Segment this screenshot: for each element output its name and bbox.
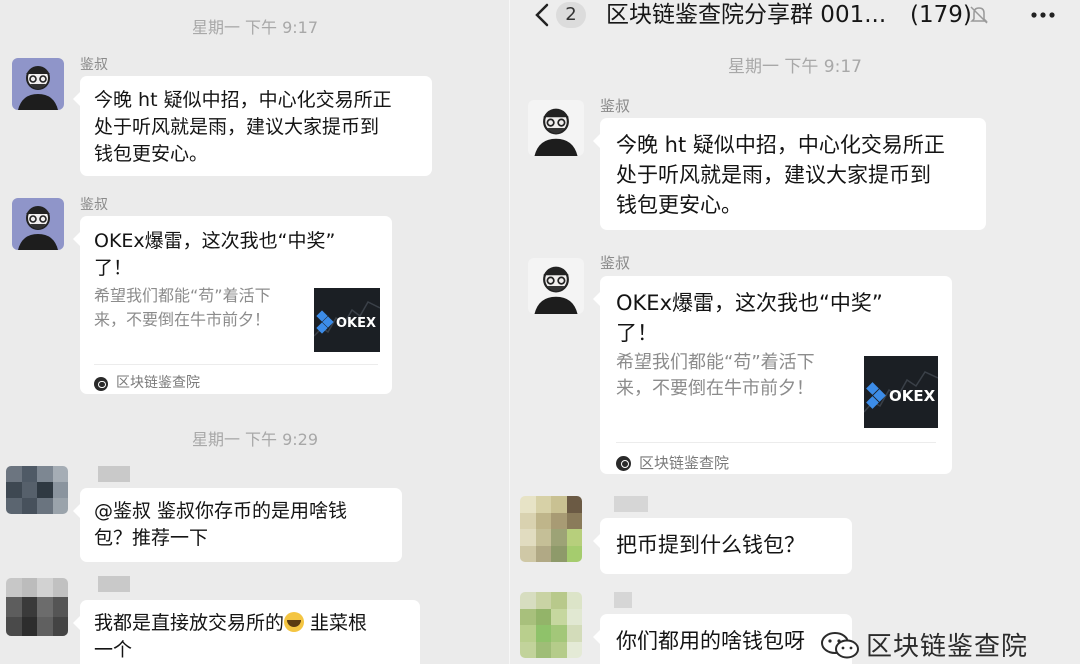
sender-name-blurred — [98, 466, 130, 482]
message-text: 今晚 ht 疑似中招，中心化交易所正 处于听风就是雨，建议大家提币到 钱包更安心… — [94, 89, 392, 165]
message-bubble[interactable]: 我都是直接放交易所的 韭菜根 一个 — [73, 600, 420, 664]
card-thumbnail: OKEX — [314, 288, 380, 352]
message-text: 我都是直接放交易所的 韭菜根 一个 — [94, 612, 368, 661]
sender-name: 鉴叔 — [600, 254, 631, 272]
timestamp: 星期一 下午 9:29 — [191, 430, 319, 449]
avatar-icon — [12, 198, 64, 250]
thumb-text: OKEX — [889, 387, 936, 405]
source-logo-icon — [94, 376, 108, 391]
message-bubble[interactable]: @鉴叔 鉴叔你存币的是用啥钱 包？推荐一下 — [73, 488, 402, 562]
card-source: 区块链鉴查院 — [616, 448, 729, 478]
card-title: OKEx爆雷，这次我也“中奖” 了！ — [94, 230, 336, 279]
watermark-text: 区块链鉴查院 — [866, 632, 1029, 662]
message-text: 你们都用的啥钱包呀 — [616, 629, 805, 653]
back-icon[interactable] — [530, 2, 556, 28]
chat-header: 2 区块链鉴查院分享群 001... (179) — [510, 0, 1080, 32]
watermark: 区块链鉴查院 — [820, 626, 1028, 663]
sender-name-blurred — [98, 576, 130, 592]
avatar-icon — [528, 258, 584, 314]
card-source: 区块链鉴查院 — [94, 370, 200, 397]
message-text: 把币提到什么钱包？ — [616, 533, 805, 557]
avatar[interactable] — [12, 198, 64, 250]
message-bubble[interactable]: 把币提到什么钱包？ — [593, 518, 852, 574]
source-logo-icon — [616, 455, 631, 471]
unread-badge: 2 — [556, 2, 586, 28]
source-name: 区块链鉴查院 — [116, 375, 200, 391]
wechat-logo-icon — [821, 631, 859, 658]
source-name: 区块链鉴查院 — [639, 454, 730, 472]
left-chat-panel: 星期一 下午 9:17 鉴叔 今晚 ht 疑似中招，中心化交易所正 处于听风就是… — [0, 0, 510, 664]
message-text: @鉴叔 鉴叔你存币的是用啥钱 包？推荐一下 — [94, 500, 348, 549]
divider — [616, 442, 936, 443]
avatar-icon — [528, 100, 584, 156]
avatar-blurred[interactable] — [6, 578, 68, 636]
right-chat-panel: 2 区块链鉴查院分享群 001... (179) 星期一 下午 9:17 鉴叔 … — [510, 0, 1080, 664]
article-card[interactable]: OKEx爆雷，这次我也“中奖” 了！ 希望我们都能“苟”着活下 来，不要倒在牛市… — [73, 216, 392, 397]
member-count: (179) — [910, 2, 972, 28]
timestamp: 星期一 下午 9:17 — [191, 18, 319, 37]
avatar-blurred[interactable] — [520, 592, 582, 658]
card-description: 希望我们都能“苟”着活下 来，不要倒在牛市前夕！ — [616, 352, 815, 399]
thumb-text: OKEX — [336, 316, 376, 331]
message-bubble[interactable]: 你们都用的啥钱包呀 — [593, 614, 852, 664]
card-title: OKEx爆雷，这次我也“中奖” 了！ — [616, 291, 883, 345]
avatar-icon — [12, 58, 64, 110]
message-bubble[interactable]: 今晚 ht 疑似中招，中心化交易所正 处于听风就是雨，建议大家提币到 钱包更安心… — [73, 76, 432, 176]
article-card[interactable]: OKEx爆雷，这次我也“中奖” 了！ 希望我们都能“苟”着活下 来，不要倒在牛市… — [593, 276, 952, 474]
chat-title: 区块链鉴查院分享群 001... — [606, 2, 887, 28]
message-bubble[interactable]: 今晚 ht 疑似中招，中心化交易所正 处于听风就是雨，建议大家提币到 钱包更安心… — [593, 118, 986, 230]
okex-logo-icon: OKEX — [864, 356, 938, 428]
card-thumbnail: OKEX — [864, 356, 938, 428]
laughing-crying-emoji-icon — [284, 612, 305, 632]
okex-logo-icon: OKEX — [314, 288, 380, 352]
avatar[interactable] — [528, 258, 584, 314]
avatar-blurred[interactable] — [520, 496, 582, 562]
card-description: 希望我们都能“苟”着活下 来，不要倒在牛市前夕！ — [94, 286, 271, 329]
sender-name-blurred — [614, 592, 632, 608]
sender-name: 鉴叔 — [80, 197, 108, 213]
sender-name-blurred — [614, 496, 648, 512]
avatar-blurred[interactable] — [6, 466, 68, 514]
sender-name: 鉴叔 — [80, 57, 108, 73]
sender-name: 鉴叔 — [600, 97, 631, 115]
avatar[interactable] — [528, 100, 584, 156]
divider — [94, 364, 378, 365]
message-text: 今晚 ht 疑似中招，中心化交易所正 处于听风就是雨，建议大家提币到 钱包更安心… — [616, 133, 945, 217]
mute-bell-icon — [970, 6, 988, 24]
more-icon[interactable] — [1028, 4, 1058, 26]
avatar[interactable] — [12, 58, 64, 110]
timestamp: 星期一 下午 9:17 — [728, 57, 862, 77]
